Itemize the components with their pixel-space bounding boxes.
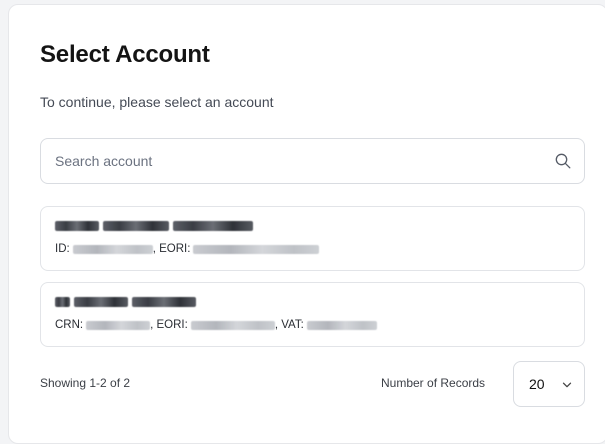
records-value: 20 bbox=[529, 376, 545, 392]
id-value-redacted bbox=[72, 244, 153, 254]
vat-label: , VAT: bbox=[274, 319, 304, 331]
account-details: ID: , EORI: bbox=[55, 241, 320, 257]
eori-value-redacted bbox=[190, 320, 275, 330]
records-per-page-select[interactable]: 20 bbox=[513, 361, 585, 407]
eori-label: , EORI: bbox=[152, 243, 191, 255]
search-box[interactable] bbox=[40, 138, 585, 184]
search-icon[interactable] bbox=[554, 152, 572, 170]
crn-value-redacted bbox=[86, 320, 151, 330]
page-title: Select Account bbox=[40, 41, 210, 68]
account-name-redacted bbox=[55, 218, 253, 234]
pagination-summary: Showing 1-2 of 2 bbox=[40, 376, 131, 390]
search-input[interactable] bbox=[55, 139, 525, 183]
eori-value-redacted bbox=[193, 244, 320, 254]
records-label: Number of Records bbox=[381, 376, 486, 390]
crn-label: CRN: bbox=[55, 319, 84, 331]
id-label: ID: bbox=[55, 243, 70, 255]
account-item[interactable]: ID: , EORI: bbox=[40, 206, 585, 271]
eori-label: , EORI: bbox=[150, 319, 188, 331]
select-account-card: Select Account To continue, please selec… bbox=[8, 4, 605, 444]
chevron-down-icon bbox=[562, 382, 572, 388]
account-details: CRN: , EORI: , VAT: bbox=[55, 317, 377, 333]
page-subtitle: To continue, please select an account bbox=[40, 94, 274, 110]
account-name-redacted bbox=[55, 294, 196, 310]
vat-value-redacted bbox=[306, 320, 377, 330]
account-item[interactable]: CRN: , EORI: , VAT: bbox=[40, 282, 585, 347]
